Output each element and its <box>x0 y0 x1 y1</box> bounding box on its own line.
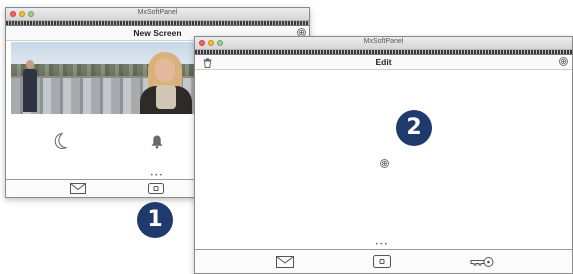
add-element-icon[interactable]: ⊕ <box>559 57 568 66</box>
bottom-tab-bar <box>195 249 572 273</box>
mail-icon[interactable] <box>70 183 86 194</box>
page-indicator[interactable]: ••• <box>375 241 389 248</box>
bell-icon[interactable] <box>150 134 164 149</box>
screenshot-scene: MxSoftPanel New Screen ⊕ ••• MxSoftPanel… <box>0 0 573 274</box>
canvas-add-icon[interactable]: ⊕ <box>380 159 389 168</box>
edit-toolbar: Edit ⊕ <box>195 55 572 70</box>
window-titlebar: MxSoftPanel <box>195 37 572 50</box>
camera-person-man <box>23 60 37 112</box>
camera-live-image[interactable] <box>11 42 194 114</box>
window-titlebar: MxSoftPanel <box>6 8 309 21</box>
window-title: MxSoftPanel <box>137 9 178 16</box>
key-icon[interactable] <box>470 256 494 268</box>
page-indicator[interactable]: ••• <box>150 172 164 179</box>
button-icon[interactable] <box>148 183 164 194</box>
button-icon[interactable] <box>373 255 391 268</box>
window-edit: MxSoftPanel Edit ⊕ ⊕ ••• <box>194 36 573 274</box>
callout-badge-2: 2 <box>396 110 432 146</box>
window-title: MxSoftPanel <box>363 38 404 45</box>
moon-icon[interactable] <box>51 132 67 150</box>
mail-icon[interactable] <box>276 256 294 268</box>
edit-title: Edit <box>375 57 392 67</box>
camera-person-woman <box>140 52 192 114</box>
callout-badge-1: 1 <box>137 202 173 238</box>
